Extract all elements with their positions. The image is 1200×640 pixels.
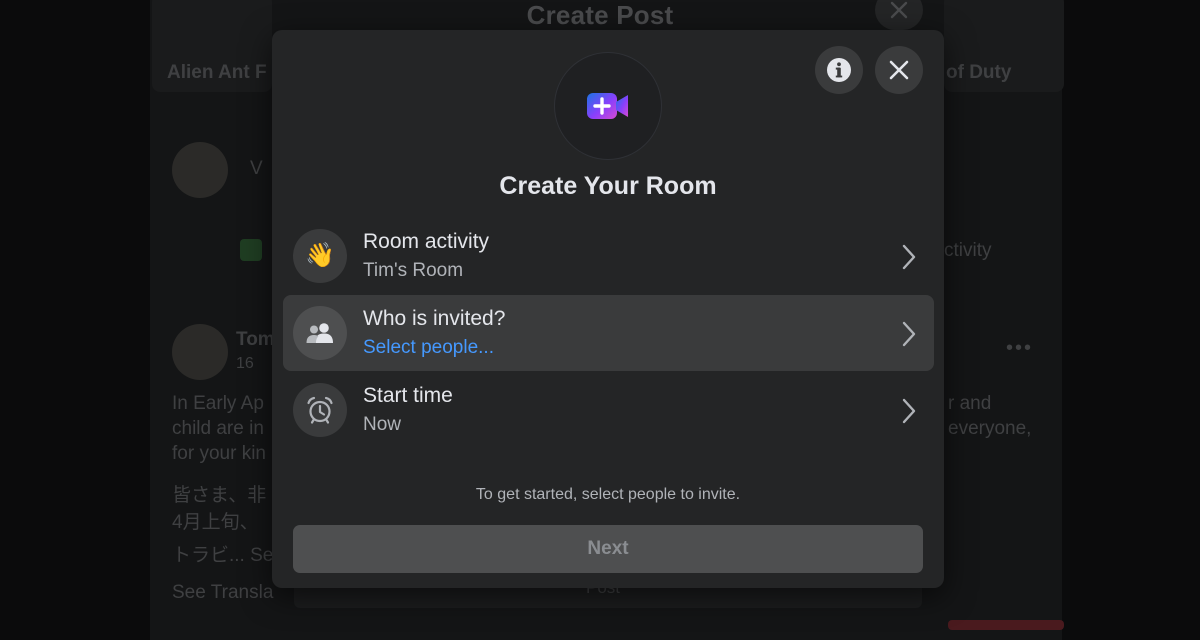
background-card-left-label: Alien Ant F bbox=[167, 62, 267, 83]
info-icon bbox=[827, 58, 851, 82]
next-button[interactable]: Next bbox=[293, 525, 923, 573]
alarm-clock-icon bbox=[293, 383, 347, 437]
room-activity-value: Tim's Room bbox=[363, 260, 464, 281]
background-jp-line: 4月上旬、 bbox=[172, 512, 259, 533]
chevron-right-icon bbox=[898, 396, 920, 426]
waving-hand-emoji: 👋 bbox=[305, 242, 335, 269]
close-button[interactable] bbox=[875, 46, 923, 94]
background-see-translation: See Transla bbox=[172, 582, 274, 603]
who-is-invited-label: Who is invited? bbox=[363, 307, 506, 330]
background-jp-line: 皆さま、非 bbox=[172, 485, 267, 506]
background-jp-line: トラビ... Se bbox=[172, 545, 274, 566]
background-more-icon: ••• bbox=[1006, 337, 1034, 359]
background-post-line-right: everyone, bbox=[948, 418, 1032, 439]
background-user-avatar bbox=[172, 142, 228, 198]
invite-hint-text: To get started, select people to invite. bbox=[475, 486, 741, 503]
chevron-right-icon bbox=[898, 242, 920, 272]
background-post-author: Tom bbox=[236, 329, 275, 350]
room-activity-label: Room activity bbox=[363, 230, 490, 253]
background-user-initial: V bbox=[250, 158, 263, 179]
waving-hand-icon: 👋 bbox=[293, 229, 347, 283]
background-post-line-right: r and bbox=[948, 393, 992, 414]
next-button-label: Next bbox=[587, 538, 629, 559]
background-title: Create Post bbox=[526, 0, 674, 30]
background-photo-icon bbox=[240, 239, 262, 261]
start-time-row[interactable]: Start time Now bbox=[283, 372, 934, 448]
people-icon bbox=[293, 306, 347, 360]
select-people-link[interactable]: Select people... bbox=[363, 337, 494, 359]
who-is-invited-row[interactable]: Who is invited? Select people... bbox=[283, 295, 934, 371]
close-icon bbox=[889, 60, 909, 80]
room-activity-row[interactable]: 👋 Room activity Tim's Room bbox=[283, 218, 934, 294]
create-room-dialog: Create Your Room 👋 Room activity Tim's R… bbox=[272, 30, 944, 588]
background-post-time: 16 bbox=[236, 355, 254, 372]
background-post-line: In Early Ap bbox=[172, 393, 264, 414]
background-card-right-label: of Duty bbox=[946, 62, 1012, 83]
start-time-value: Now bbox=[363, 414, 402, 435]
background-red-accent bbox=[948, 620, 1064, 630]
dialog-title: Create Your Room bbox=[499, 172, 717, 200]
start-time-label: Start time bbox=[363, 384, 453, 407]
background-post-line: child are in bbox=[172, 418, 264, 439]
room-hero bbox=[554, 52, 662, 160]
info-button[interactable] bbox=[815, 46, 863, 94]
background-post-avatar bbox=[172, 324, 228, 380]
chevron-right-icon bbox=[898, 319, 920, 349]
background-activity-label: ctivity bbox=[944, 240, 992, 261]
video-plus-icon bbox=[587, 93, 628, 119]
background-post-line: for your kin bbox=[172, 443, 266, 464]
